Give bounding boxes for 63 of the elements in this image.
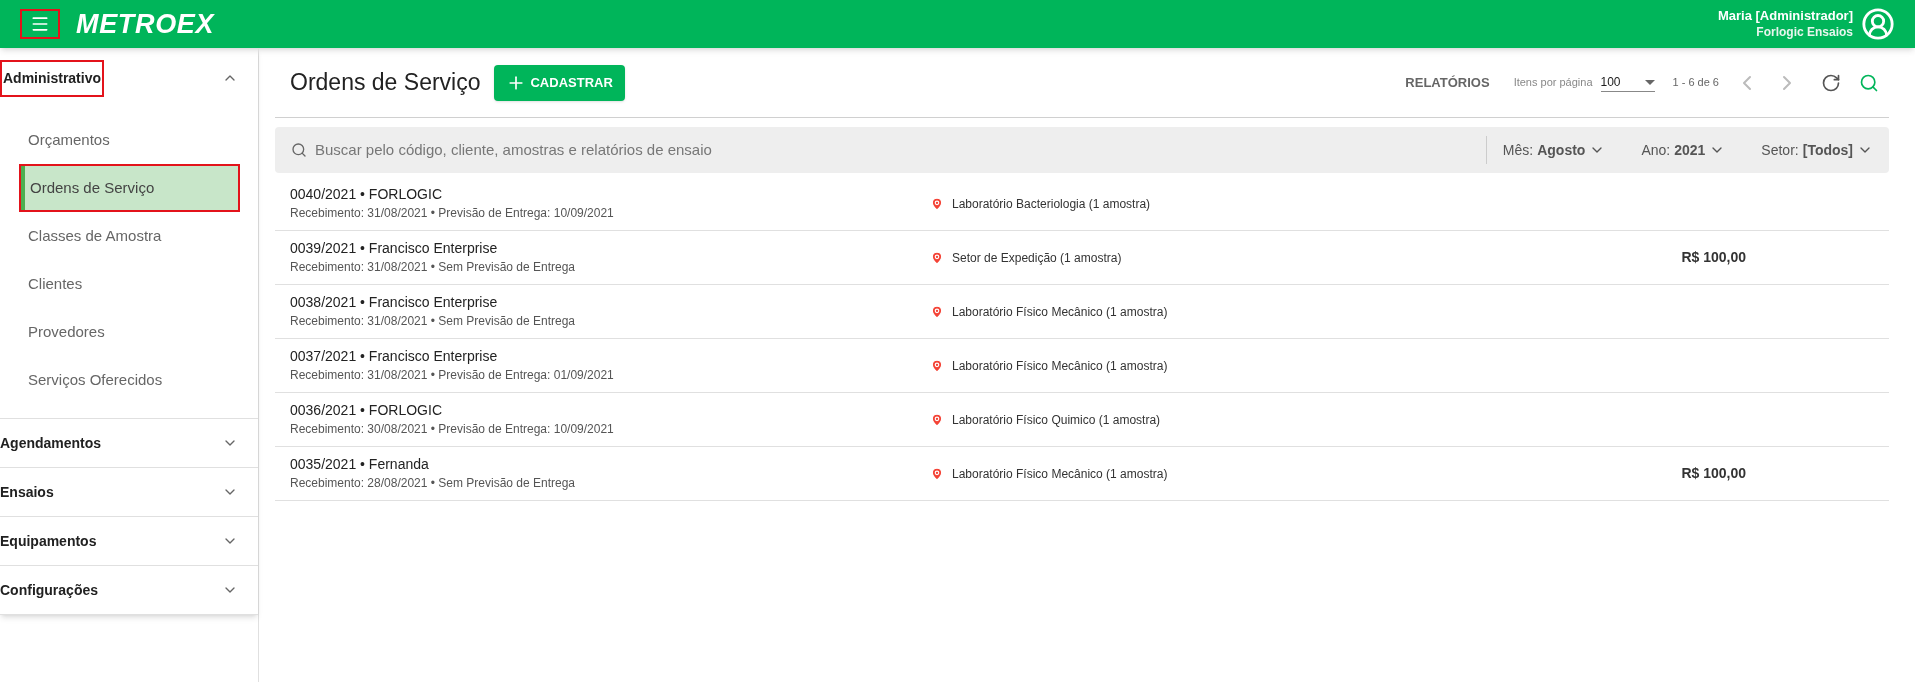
sector-filter[interactable]: Setor: [Todos] <box>1761 139 1873 161</box>
order-title: 0040/2021 • FORLOGIC <box>290 186 443 204</box>
user-avatar-icon[interactable] <box>1861 7 1895 41</box>
order-title: 0037/2021 • Francisco Enterprise <box>290 348 499 366</box>
sidebar-item[interactable]: Serviços Oferecidos <box>21 358 238 402</box>
menu-button[interactable] <box>20 9 60 39</box>
location-pin-icon <box>930 466 944 481</box>
location-pin-icon <box>930 358 944 373</box>
order-price: R$ 100,00 <box>1681 464 1746 483</box>
order-row[interactable]: 0035/2021 • Fernanda Recebimento: 28/08/2021 • Sem Previsão de Entrega Laboratório Físico Mecânico (1 amostra) R$ 100,00 <box>275 447 1889 501</box>
order-row[interactable]: 0039/2021 • Francisco Enterprise Recebimento: 31/08/2021 • Sem Previsão de Entrega Setor de Expedição (1 amostra) R$ 100,00 <box>275 231 1889 285</box>
order-dates: Recebimento: 31/08/2021 • Sem Previsão de Entrega <box>290 259 577 275</box>
order-title: 0039/2021 • Francisco Enterprise <box>290 240 499 258</box>
per-page-label: Itens por página <box>1513 75 1593 91</box>
sidebar-section[interactable]: Administrativo <box>0 48 258 108</box>
sidebar-item[interactable]: Orçamentos <box>21 118 238 162</box>
page-range: 1 - 6 de 6 <box>1672 75 1719 91</box>
order-row[interactable]: 0040/2021 • FORLOGIC Recebimento: 31/08/2021 • Previsão de Entrega: 10/09/2021 Laboratório Bacteriologia (1 amostra) <box>275 177 1889 231</box>
order-title: 0035/2021 • Fernanda <box>290 456 430 474</box>
order-dates: Recebimento: 31/08/2021 • Previsão de Entrega: 01/09/2021 <box>290 367 615 383</box>
location-pin-icon <box>930 304 944 319</box>
order-title: 0036/2021 • FORLOGIC <box>290 402 443 420</box>
search-input[interactable]: Buscar pelo código, cliente, amostras e relatórios de ensaio <box>315 138 1470 162</box>
order-location: Setor de Expedição (1 amostra) <box>952 249 1122 267</box>
sidebar-section[interactable]: Configurações <box>0 566 258 614</box>
per-page-select[interactable]: 100 <box>1600 73 1655 92</box>
sidebar-section[interactable]: Agendamentos <box>0 419 258 467</box>
location-pin-icon <box>930 196 944 211</box>
order-location: Laboratório Físico Mecânico (1 amostra) <box>952 357 1168 375</box>
order-dates: Recebimento: 31/08/2021 • Sem Previsão de Entrega <box>290 313 577 329</box>
month-filter[interactable]: Mês: Agosto <box>1502 139 1606 161</box>
dropdown-triangle-icon <box>1644 79 1655 85</box>
company-name: Forlogic Ensaios <box>1756 24 1853 40</box>
reports-button[interactable]: RELATÓRIOS <box>1405 72 1490 93</box>
sidebar-item[interactable]: Clientes <box>21 262 238 306</box>
user-name: Maria [Administrador] <box>1717 8 1853 25</box>
year-filter[interactable]: Ano: 2021 <box>1641 139 1726 161</box>
order-row[interactable]: 0037/2021 • Francisco Enterprise Recebimento: 31/08/2021 • Previsão de Entrega: 01/09/2021 Laboratório Físico Mecânico (1 amostra) <box>275 339 1889 393</box>
refresh-button[interactable] <box>1821 72 1841 93</box>
page-title: Ordens de Serviço <box>290 68 481 98</box>
order-dates: Recebimento: 30/08/2021 • Previsão de Entrega: 10/09/2021 <box>290 421 615 437</box>
order-location: Laboratório Físico Mecânico (1 amostra) <box>952 465 1168 483</box>
order-row[interactable]: 0038/2021 • Francisco Enterprise Recebimento: 31/08/2021 • Sem Previsão de Entrega Laboratório Físico Mecânico (1 amostra) <box>275 285 1889 339</box>
sidebar-section[interactable]: Ensaios <box>0 468 258 516</box>
sidebar-item[interactable]: Classes de Amostra <box>21 214 238 258</box>
sidebar-section[interactable]: Equipamentos <box>0 517 258 565</box>
order-dates: Recebimento: 31/08/2021 • Previsão de Entrega: 10/09/2021 <box>290 205 615 221</box>
search-button[interactable] <box>1859 72 1879 93</box>
order-location: Laboratório Físico Quimico (1 amostra) <box>952 411 1161 429</box>
order-row[interactable]: 0036/2021 • FORLOGIC Recebimento: 30/08/2021 • Previsão de Entrega: 10/09/2021 Laboratório Físico Quimico (1 amostra) <box>275 393 1889 447</box>
order-title: 0038/2021 • Francisco Enterprise <box>290 294 499 312</box>
search-icon <box>291 142 307 158</box>
sidebar-item[interactable]: Provedores <box>21 310 238 354</box>
location-pin-icon <box>930 250 944 265</box>
order-price: R$ 100,00 <box>1681 248 1746 267</box>
order-dates: Recebimento: 28/08/2021 • Sem Previsão de Entrega <box>290 475 577 491</box>
app-logo: METROEX <box>76 7 215 41</box>
search-field[interactable]: Buscar pelo código, cliente, amostras e relatórios de ensaio <box>275 127 1470 173</box>
location-pin-icon <box>930 412 944 427</box>
menu-icon <box>30 14 50 34</box>
order-location: Laboratório Físico Mecânico (1 amostra) <box>952 303 1168 321</box>
order-location: Laboratório Bacteriologia (1 amostra) <box>952 195 1151 213</box>
sidebar-item[interactable]: Ordens de Serviço <box>21 166 238 210</box>
